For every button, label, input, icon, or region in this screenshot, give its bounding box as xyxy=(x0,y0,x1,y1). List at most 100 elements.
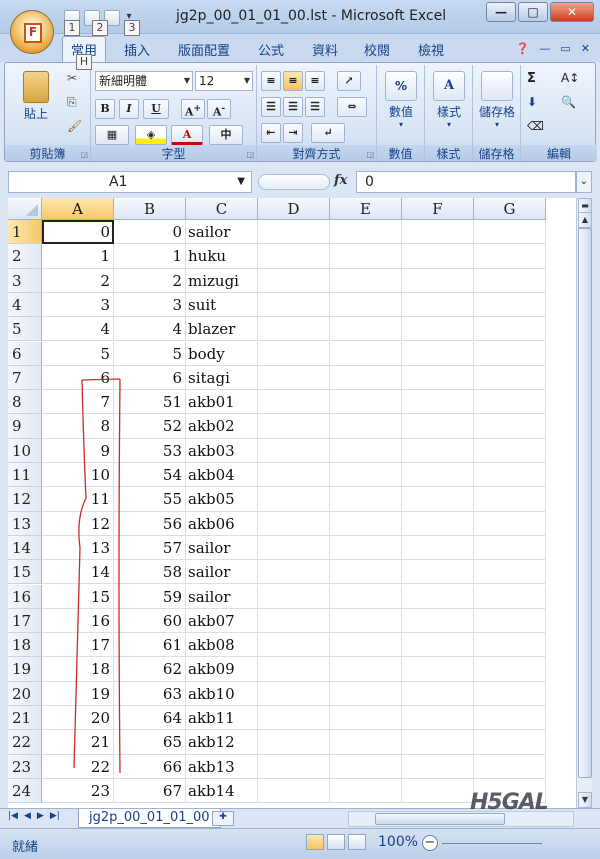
font-dialog-launcher-icon[interactable]: ◲ xyxy=(246,150,254,159)
fill-icon[interactable]: ⬇ xyxy=(527,95,537,109)
cell-f[interactable] xyxy=(402,365,474,391)
cell-g[interactable] xyxy=(474,608,546,634)
cell-d[interactable] xyxy=(258,268,330,293)
cell-c[interactable]: body xyxy=(186,341,258,366)
cell-e[interactable] xyxy=(330,292,402,318)
cell-f[interactable] xyxy=(402,560,474,585)
find-select-icon[interactable]: 🔍 xyxy=(561,95,576,109)
expand-formula-bar-icon[interactable]: ⌄ xyxy=(576,171,592,193)
cell-d[interactable] xyxy=(258,778,330,804)
cell-f[interactable] xyxy=(402,438,474,463)
normal-view-icon[interactable] xyxy=(306,834,324,850)
cell-e[interactable] xyxy=(330,730,402,755)
cell-g[interactable] xyxy=(474,414,546,439)
cell-e[interactable] xyxy=(330,706,402,731)
cell-d[interactable] xyxy=(258,292,330,318)
number-format-button[interactable]: % 數值 ▾ xyxy=(381,71,421,129)
cell-d[interactable] xyxy=(258,657,330,682)
row-header[interactable]: 14 xyxy=(8,535,42,561)
row-header[interactable]: 17 xyxy=(8,608,42,634)
cell-d[interactable] xyxy=(258,754,330,779)
shrink-font-icon[interactable]: A- xyxy=(207,99,231,119)
font-size-combo[interactable]: 12 ▼ xyxy=(195,71,253,91)
cell-a[interactable]: 2 xyxy=(42,268,114,293)
cell-d[interactable] xyxy=(258,487,330,512)
row-header[interactable]: 18 xyxy=(8,633,42,658)
cell-d[interactable] xyxy=(258,633,330,658)
cell-e[interactable] xyxy=(330,778,402,804)
cell-f[interactable] xyxy=(402,341,474,366)
insert-sheet-icon[interactable]: ✚ xyxy=(212,811,234,826)
cell-d[interactable] xyxy=(258,365,330,391)
cell-e[interactable] xyxy=(330,681,402,706)
cell-d[interactable] xyxy=(258,560,330,585)
fill-color-icon[interactable]: ◈ xyxy=(135,125,167,145)
scroll-up-icon[interactable]: ▲ xyxy=(578,212,592,228)
row-header[interactable]: 9 xyxy=(8,414,42,439)
row-header[interactable]: 23 xyxy=(8,754,42,779)
row-header[interactable]: 8 xyxy=(8,390,42,415)
cell-d[interactable] xyxy=(258,681,330,706)
name-box-dropdown-icon[interactable]: ▼ xyxy=(237,172,245,192)
cell-e[interactable] xyxy=(330,317,402,342)
column-header-g[interactable]: G xyxy=(474,198,546,220)
name-box[interactable]: A1 ▼ xyxy=(8,171,252,193)
select-all-corner[interactable] xyxy=(8,198,42,220)
next-sheet-icon[interactable]: ▶ xyxy=(37,811,44,821)
cell-c[interactable]: huku xyxy=(186,244,258,269)
cell-f[interactable] xyxy=(402,633,474,658)
row-header[interactable]: 24 xyxy=(8,778,42,804)
row-header[interactable]: 19 xyxy=(8,657,42,682)
cell-e[interactable] xyxy=(330,487,402,512)
cell-e[interactable] xyxy=(330,414,402,439)
cell-g[interactable] xyxy=(474,706,546,731)
cell-d[interactable] xyxy=(258,414,330,439)
zoom-slider[interactable] xyxy=(442,843,542,844)
cell-d[interactable] xyxy=(258,244,330,269)
cell-e[interactable] xyxy=(330,365,402,391)
cell-e[interactable] xyxy=(330,754,402,779)
column-header-c[interactable]: C xyxy=(186,198,258,220)
cell-e[interactable] xyxy=(330,220,402,245)
increase-indent-icon[interactable]: ⇥ xyxy=(283,123,303,143)
prev-sheet-icon[interactable]: ◀ xyxy=(24,811,31,821)
minimize-button[interactable]: — xyxy=(486,2,516,22)
clear-icon[interactable]: ⌫ xyxy=(527,119,544,133)
zoom-out-icon[interactable]: − xyxy=(422,835,438,851)
cell-g[interactable] xyxy=(474,463,546,488)
sort-filter-icon[interactable]: A↕ xyxy=(561,71,579,85)
help-icon[interactable]: ❓ xyxy=(516,42,530,55)
vertical-scrollbar[interactable]: ▬ ▲ ▼ xyxy=(576,198,592,808)
cell-d[interactable] xyxy=(258,438,330,463)
cell-f[interactable] xyxy=(402,390,474,415)
font-color-icon[interactable]: A xyxy=(171,125,203,145)
cell-c[interactable]: suit xyxy=(186,292,258,318)
first-sheet-icon[interactable]: |◀ xyxy=(8,811,18,821)
formula-splitter[interactable] xyxy=(258,174,330,190)
column-header-d[interactable]: D xyxy=(258,198,330,220)
cell-a[interactable]: 1 xyxy=(42,244,114,269)
row-header[interactable]: 6 xyxy=(8,341,42,366)
cell-f[interactable] xyxy=(402,535,474,561)
styles-button[interactable]: A 樣式 ▾ xyxy=(429,71,469,129)
cell-a[interactable]: 4 xyxy=(42,317,114,342)
cell-d[interactable] xyxy=(258,220,330,245)
cell-a[interactable]: 5 xyxy=(42,341,114,366)
row-header[interactable]: 5 xyxy=(8,317,42,342)
cell-g[interactable] xyxy=(474,657,546,682)
cell-g[interactable] xyxy=(474,390,546,415)
align-right-icon[interactable]: ☰ xyxy=(305,97,325,117)
cell-f[interactable] xyxy=(402,463,474,488)
cell-f[interactable] xyxy=(402,657,474,682)
row-header[interactable]: 4 xyxy=(8,292,42,318)
worksheet-grid[interactable]: A B C D E F G 1 0 0 sailor 2 1 1 huku 3 2 2 mizugi 4 3 3 suit 5… xyxy=(8,198,576,808)
column-header-a[interactable]: A xyxy=(42,198,114,220)
format-painter-icon[interactable]: 🖌 xyxy=(67,119,82,133)
cell-g[interactable] xyxy=(474,754,546,779)
tab-page-layout[interactable]: 版面配置 xyxy=(178,40,230,59)
row-header[interactable]: 15 xyxy=(8,560,42,585)
sheet-tab[interactable]: jg2p_00_01_01_00 xyxy=(78,809,221,828)
cell-b[interactable]: 1 xyxy=(114,244,186,269)
cell-f[interactable] xyxy=(402,244,474,269)
cell-e[interactable] xyxy=(330,341,402,366)
